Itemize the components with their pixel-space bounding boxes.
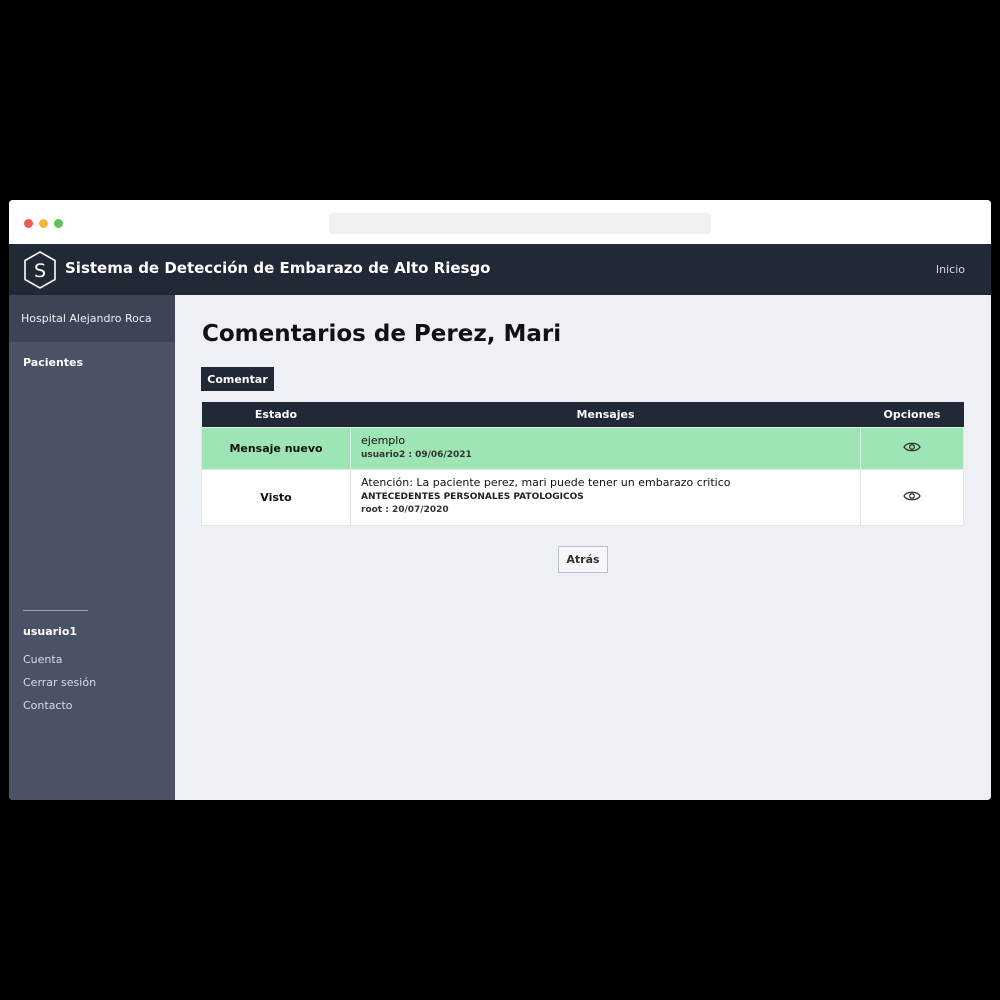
main-content: Comentarios de Perez, Mari Comentar Esta…	[175, 295, 991, 800]
comentar-button[interactable]: Comentar	[201, 367, 274, 391]
row-estado: Mensaje nuevo	[201, 427, 351, 470]
hexagon-logo-icon[interactable]: S	[22, 250, 58, 290]
header-mensajes: Mensajes	[350, 402, 861, 428]
row-mensaje-meta: root : 20/07/2020	[361, 505, 449, 515]
row-mensaje-cell: Atención: La paciente perez, mari puede …	[350, 469, 861, 526]
table-header-row: Estado Mensajes Opciones	[201, 402, 964, 428]
row-mensaje-text: Atención: La paciente perez, mari puede …	[361, 476, 731, 489]
page-title: Comentarios de Perez, Mari	[202, 321, 562, 347]
row-opciones	[860, 469, 964, 526]
sidebar-link-cuenta[interactable]: Cuenta	[23, 653, 62, 666]
header-opciones: Opciones	[860, 402, 964, 428]
sidebar-divider	[23, 610, 88, 611]
nav-link-inicio[interactable]: Inicio	[936, 263, 965, 276]
header-estado: Estado	[201, 402, 351, 428]
close-window-dot[interactable]	[24, 219, 33, 228]
maximize-window-dot[interactable]	[54, 219, 63, 228]
row-opciones	[860, 427, 964, 470]
eye-icon[interactable]	[903, 441, 921, 453]
app-title: Sistema de Detección de Embarazo de Alto…	[65, 259, 491, 277]
row-mensaje-meta: usuario2 : 09/06/2021	[361, 450, 472, 460]
sidebar-link-cerrar-sesion[interactable]: Cerrar sesión	[23, 676, 96, 689]
top-navbar: S Sistema de Detección de Embarazo de Al…	[9, 244, 991, 295]
logo-letter: S	[34, 260, 46, 282]
sidebar: Hospital Alejandro Roca Pacientes usuari…	[9, 295, 175, 800]
eye-icon[interactable]	[903, 490, 921, 502]
sidebar-username: usuario1	[23, 625, 78, 638]
row-mensaje-text: ejemplo	[361, 434, 406, 447]
comments-table: Estado Mensajes Opciones Mensaje nuevo e…	[201, 402, 964, 526]
table-row: Mensaje nuevo ejemplo usuario2 : 09/06/2…	[201, 427, 964, 470]
atras-button[interactable]: Atrás	[558, 546, 608, 573]
browser-chrome	[9, 200, 991, 244]
table-row: Visto Atención: La paciente perez, mari …	[201, 469, 964, 526]
row-estado: Visto	[201, 469, 351, 526]
row-mensaje-cell: ejemplo usuario2 : 09/06/2021	[350, 427, 861, 470]
row-mensaje-subtitle: ANTECEDENTES PERSONALES PATOLOGICOS	[361, 492, 584, 502]
sidebar-item-pacientes[interactable]: Pacientes	[23, 356, 83, 369]
minimize-window-dot[interactable]	[39, 219, 48, 228]
url-bar[interactable]	[329, 213, 711, 234]
sidebar-link-contacto[interactable]: Contacto	[23, 699, 73, 712]
hospital-name: Hospital Alejandro Roca	[9, 295, 175, 342]
browser-window: S Sistema de Detección de Embarazo de Al…	[9, 200, 991, 800]
